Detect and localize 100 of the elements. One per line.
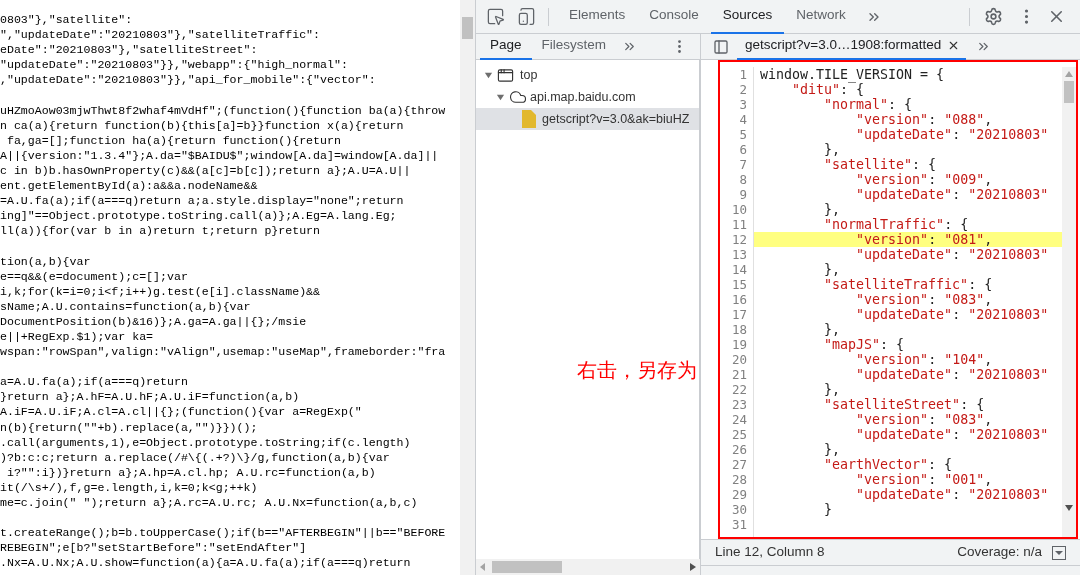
- line-number: 4: [739, 112, 747, 127]
- code-line: "version": "083",: [855, 412, 994, 427]
- source-line: t.createRange();b=b.toUpperCase();if(b=="AFTERBEGIN"||b=="BEFORE: [0, 525, 446, 541]
- source-line: "updateDate":"20210803"}},"webapp":{"high_normal":: [0, 57, 348, 73]
- code-line: "version": "083",: [855, 292, 994, 307]
- code-line: "updateDate": "20210803": [855, 187, 1050, 202]
- line-number: 3: [739, 97, 747, 112]
- source-line: ent.getElementById(a):a&&a.nodeName&&: [0, 178, 258, 194]
- line-number: 26: [731, 442, 747, 457]
- code-line: "earthVector": {: [823, 457, 954, 472]
- line-number: 19: [731, 337, 747, 352]
- code-line: "satellite": {: [823, 157, 938, 172]
- source-line: uHZmoAow03mjwThwt8f2whaf4mVdHf";(function(){function ba(a){throw: [0, 102, 446, 118]
- line-number: 15: [731, 277, 747, 292]
- code-line: "version": "104",: [855, 352, 994, 367]
- source-line: e==q&&(e=document);c=[];var: [0, 268, 188, 284]
- source-line: tion(a,b){var: [0, 253, 91, 269]
- source-line: .Nx=A.U.Nx;A.U.show=function(a){a=A.U.fa(a);if(a===q)return: [0, 555, 411, 571]
- line-number: 25: [731, 427, 747, 442]
- source-line: n(b){return(""+b).replace(a,"")}})();: [0, 419, 258, 435]
- navigator-tab[interactable]: Filesystem: [531, 33, 617, 60]
- source-line: wspan:"rowSpan",valign:"vAlign",usemap:"useMap",frameborder:"fra: [0, 344, 446, 360]
- code-line: "updateDate": "20210803": [855, 487, 1050, 502]
- code-line: "satelliteTraffic": {: [823, 277, 994, 292]
- source-line: REBEGIN";e[b?"setStartBefore":"setEndAfter"]: [0, 540, 307, 556]
- code-line: "updateDate": "20210803": [855, 427, 1050, 442]
- line-number: 5: [739, 127, 747, 142]
- line-number: 11: [731, 217, 747, 232]
- tree-item[interactable]: api.map.baidu.com: [476, 86, 699, 108]
- line-number: 31: [731, 517, 747, 532]
- line-number: 1: [739, 67, 747, 82]
- source-line: DocumentPosition(b)&16)};A.ga=A.ga||{};/msie: [0, 313, 307, 329]
- source-line: e||+RegExp.$1);var ka=: [0, 328, 154, 345]
- code-line: "normalTraffic": {: [823, 217, 970, 232]
- code-line: "mapJS": {: [823, 337, 906, 352]
- line-number: 28: [731, 472, 747, 487]
- source-line: i?"":i})}return a};A.hp=A.cl.hp; A.U.rc=function(a,b): [5, 464, 376, 480]
- code-line: "updateDate": "20210803": [855, 247, 1050, 262]
- line-number: 22: [731, 382, 747, 397]
- source-line: n ca(a){return function(b){this[a]=b}}function x(a){return: [0, 117, 404, 133]
- code-line: },: [823, 382, 842, 397]
- code-line: "updateDate": "20210803": [855, 307, 1050, 322]
- source-line: fa,ga=[];function ha(a){return function(){return: [5, 132, 341, 148]
- line-number: 24: [731, 412, 747, 427]
- line-number: 14: [731, 262, 747, 277]
- coverage-status: Coverage: n/a: [957, 543, 1042, 562]
- annotation-text: 右击，另存为: [577, 358, 697, 383]
- line-number: 29: [731, 487, 747, 502]
- code-line: },: [823, 262, 842, 277]
- code-line: },: [823, 202, 842, 217]
- line-number: 2: [739, 82, 747, 97]
- code-line: },: [823, 322, 842, 337]
- panel-tab[interactable]: Network: [784, 0, 858, 34]
- source-line: c in b)b.hasOwnProperty(c)&&(a[c]=b[c]);return a};A.U=A.U||: [0, 162, 411, 179]
- line-number: 23: [731, 397, 747, 412]
- line-number: 20: [731, 352, 747, 367]
- cursor-position: Line 12, Column 8: [715, 543, 825, 562]
- line-number: 21: [731, 367, 747, 382]
- code-line: "satelliteStreet": {: [823, 397, 986, 412]
- line-number: 17: [731, 307, 747, 322]
- line-number: 6: [739, 142, 747, 157]
- code-line: },: [823, 442, 842, 457]
- panel-tab[interactable]: Elements: [557, 0, 638, 34]
- line-number: 16: [731, 292, 747, 307]
- line-number: 30: [731, 502, 747, 517]
- line-number: 9: [739, 187, 747, 202]
- code-line: "updateDate": "20210803": [855, 127, 1050, 142]
- source-line: i,k;for(k=i=0;i<f;i++)g.test(e[i].className)&&: [0, 283, 321, 299]
- line-number: 8: [739, 172, 747, 187]
- source-line: ing]"==Object.prototype.toString.call(a)};A.Eg=A.lang.Eg;: [0, 208, 397, 224]
- tree-item[interactable]: top: [476, 64, 699, 86]
- code-line: "updateDate": "20210803": [855, 367, 1050, 382]
- code-line: }: [823, 502, 834, 517]
- code-line: "version": "001",: [855, 472, 994, 487]
- source-line: }return a};A.hF=A.U.hF;A.U.iF=function(a,b): [0, 389, 300, 405]
- source-line: 0803"},"satellite":: [0, 12, 133, 28]
- source-line: me=c.join(" ");return a};A.rc=A.U.rc; A.U.Nx=function(a,b,c): [0, 495, 418, 511]
- panel-tab[interactable]: Console: [637, 0, 711, 34]
- source-line: .call(arguments,1),e=Object.prototype.toString;if(c.length): [0, 434, 411, 450]
- source-line: eDate":"20210803"},"satelliteStreet":: [0, 42, 258, 58]
- code-line: "version": "009",: [855, 172, 994, 187]
- code-line: "normal": {: [823, 97, 914, 112]
- line-number: 13: [731, 247, 747, 262]
- source-line: A||{version:"1.3.4"};A.da="$BAIDU$";window[A.da]=window[A.da]||: [0, 147, 439, 163]
- source-line: )?b:c:c;return a.replace(/#\{(.+?)\}/g,function(a,b){var: [0, 449, 390, 465]
- source-line: ","updateDate":"20210803"},"satelliteTraffic":: [0, 27, 321, 43]
- line-number: 10: [731, 202, 747, 217]
- line-number: 12: [731, 232, 747, 247]
- source-line: ll(a)){for(var b in a)return t;return p}return: [0, 223, 321, 239]
- source-line: ,"updateDate":"20210803"}},"api_for_mobile":{"vector":: [0, 72, 376, 88]
- line-number: 7: [739, 157, 747, 172]
- line-number: 27: [731, 457, 747, 472]
- code-line: "version": "088",: [855, 112, 994, 127]
- source-line: it(/\s+/),f,g=e.length,i,k=0;k<g;++k): [0, 479, 258, 495]
- source-line: =A.U.fa(a);if(a===q)return a;a.style.display="none";return: [0, 193, 404, 209]
- code-line: window.TILE_VERSION = {: [759, 67, 946, 82]
- source-line: sName;A.U.contains=function(a,b){var: [0, 298, 251, 314]
- source-line: a=A.U.fa(a);if(a===q)return: [0, 374, 188, 390]
- tree-item[interactable]: getscript?v=3.0&ak=biuHZ: [476, 108, 699, 130]
- code-line: "ditu": {: [792, 82, 865, 97]
